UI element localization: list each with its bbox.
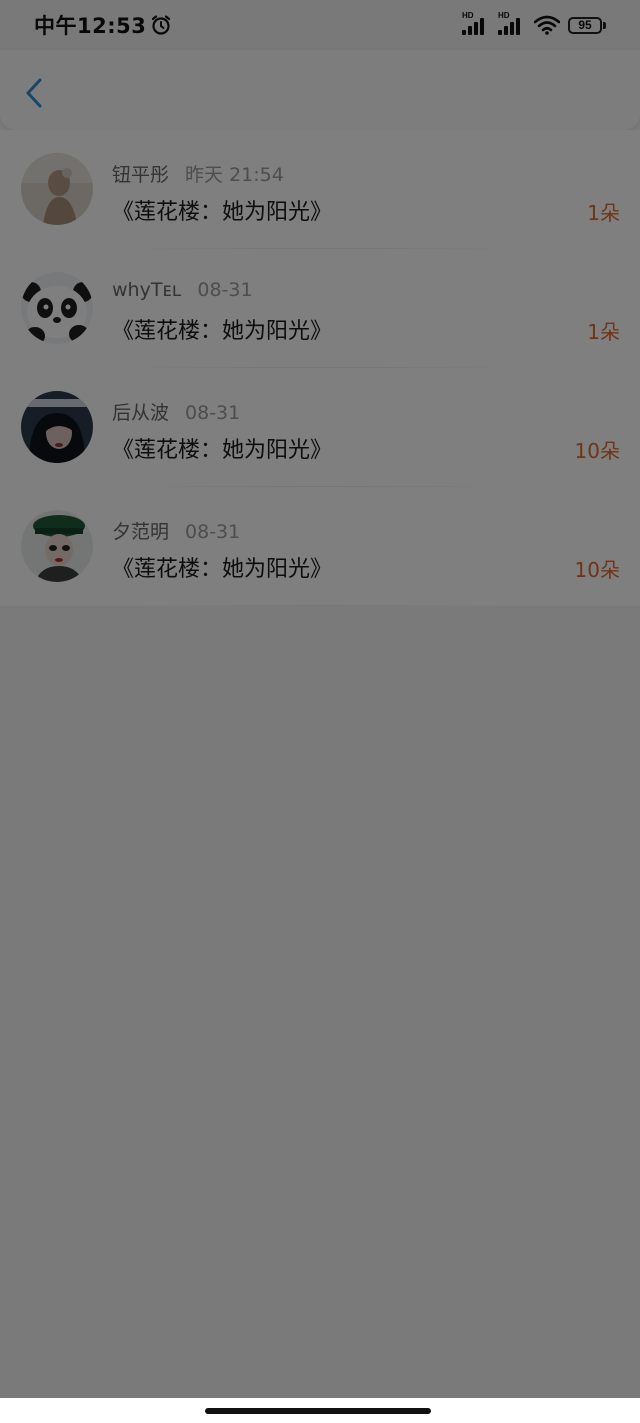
gesture-nav-area bbox=[0, 1398, 640, 1423]
modal-dim-overlay[interactable] bbox=[0, 0, 640, 1398]
screen: 中午12:53 HD HD bbox=[0, 0, 640, 1423]
home-indicator[interactable] bbox=[205, 1408, 431, 1414]
